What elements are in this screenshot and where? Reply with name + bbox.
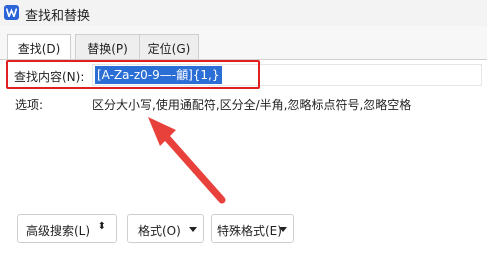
highlight-box [6, 60, 260, 89]
title-bar: 查找和替换 [0, 0, 487, 26]
chevron-down-icon [279, 227, 287, 232]
options-label: 选项: [15, 98, 44, 112]
up-down-arrow-icon: ⬍ [97, 221, 106, 232]
special-format-label: 特殊格式(E) [217, 224, 282, 238]
advanced-search-label: 高级搜索(L) [26, 224, 91, 238]
tab-find[interactable]: 查找(D) [7, 34, 71, 61]
wps-writer-icon [4, 5, 19, 20]
advanced-search-button[interactable]: 高级搜索(L) ⬍ [17, 214, 117, 243]
options-text: 区分大小写,使用通配符,区分全/半角,忽略标点符号,忽略空格 [92, 98, 412, 112]
window-title: 查找和替换 [25, 9, 91, 24]
format-label: 格式(O) [138, 224, 181, 238]
tab-replace[interactable]: 替换(P) [75, 34, 140, 60]
special-format-button[interactable]: 特殊格式(E) [211, 214, 294, 243]
chevron-down-icon [189, 227, 197, 232]
format-button[interactable]: 格式(O) [127, 214, 204, 243]
tab-goto[interactable]: 定位(G) [139, 34, 199, 60]
